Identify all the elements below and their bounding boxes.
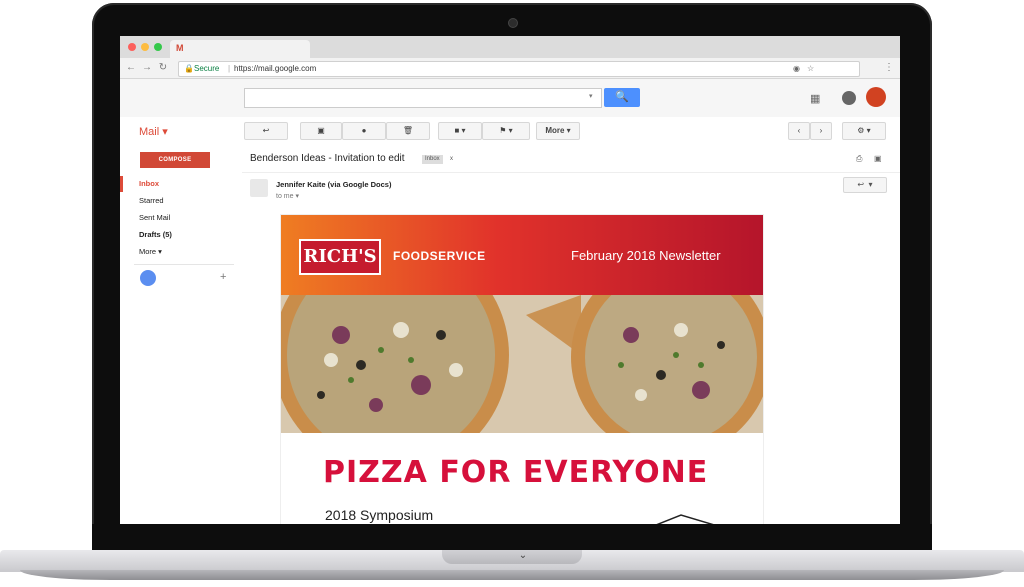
newsletter: RICH'S FOODSERVICE February 2018 Newslet…	[280, 214, 764, 524]
remove-label-icon[interactable]: x	[450, 155, 453, 164]
labels-button[interactable]: ⚑ ▾	[482, 122, 530, 140]
brand-label: FOODSERVICE	[393, 249, 486, 263]
settings-button[interactable]: ⚙ ▾	[842, 122, 886, 140]
more-button[interactable]: More ▾	[536, 122, 580, 140]
forward-arrow-icon[interactable]: →	[140, 61, 154, 75]
mail-switcher[interactable]: Mail ▾	[139, 125, 168, 138]
compose-button[interactable]: COMPOSE	[140, 152, 210, 168]
delete-button[interactable]: 🗑	[386, 122, 430, 140]
search-options-icon[interactable]: ▾	[589, 92, 593, 100]
account-avatar[interactable]	[866, 87, 886, 107]
header-divider	[242, 172, 900, 173]
eye-icon[interactable]: ◉	[793, 62, 800, 76]
browser-tab[interactable]: M	[170, 40, 310, 58]
sidebar-divider	[134, 264, 234, 265]
address-bar-row: ← → ↻ 🔒 Secure | https://mail.google.com…	[120, 58, 900, 79]
url-separator: |	[228, 64, 231, 73]
newer-button[interactable]: ‹	[788, 122, 810, 140]
sidebar-item-sent[interactable]: Sent Mail	[139, 213, 170, 222]
recipient-line[interactable]: to me ▾	[276, 192, 299, 200]
search-input[interactable]: ▾	[244, 88, 602, 108]
chevron-down-icon: ⌄	[518, 550, 528, 561]
laptop-bezel-bottom	[92, 524, 932, 552]
move-to-button[interactable]: ■ ▾	[438, 122, 482, 140]
gear-icon: ⚙	[857, 126, 865, 135]
star-icon[interactable]: ☆	[807, 62, 814, 76]
close-window-icon[interactable]	[128, 43, 136, 51]
gmail-header: ▾ 🔍 ▦	[120, 79, 900, 118]
print-icon[interactable]: ⎙	[856, 154, 862, 164]
report-spam-button[interactable]: ●	[342, 122, 386, 140]
minimize-window-icon[interactable]	[141, 43, 149, 51]
sidebar-item-inbox[interactable]: Inbox	[139, 179, 159, 188]
gmail-sidebar: COMPOSE Inbox Starred Sent Mail Drafts (…	[120, 146, 240, 524]
search-button[interactable]: 🔍	[604, 88, 640, 107]
add-contact-icon[interactable]: +	[220, 271, 226, 283]
back-to-inbox-button[interactable]: ↩	[244, 122, 288, 140]
url-text: https://mail.google.com	[234, 64, 317, 73]
newsletter-header: RICH'S FOODSERVICE February 2018 Newslet…	[281, 215, 763, 295]
inbox-active-indicator	[120, 176, 123, 192]
apps-grid-icon[interactable]: ▦	[810, 92, 824, 106]
screen: M ← → ↻ 🔒 Secure | https://mail.google.c…	[120, 36, 900, 524]
lock-icon: 🔒	[184, 64, 194, 73]
notifications-icon[interactable]	[842, 91, 856, 105]
reply-button[interactable]: ↩ ▾	[843, 177, 887, 193]
reload-icon[interactable]: ↻	[156, 61, 170, 75]
laptop-base-edge	[20, 570, 1004, 580]
pizza-photo	[281, 295, 763, 433]
camera-icon	[508, 18, 518, 28]
sender-avatar	[250, 179, 268, 197]
gmail-toolbar: Mail ▾ ↩ ▣ ● 🗑 ■ ▾ ⚑ ▾ More ▾ ‹ › ⚙ ▾	[120, 117, 900, 145]
sender-name[interactable]: Jennifer Kaite (via Google Docs)	[276, 180, 391, 189]
message-subject: Benderson Ideas - Invitation to edit	[250, 153, 405, 164]
newsletter-headline: PIZZA FOR EVERYONE	[323, 455, 709, 490]
older-button[interactable]: ›	[810, 122, 832, 140]
new-window-icon[interactable]: ▣	[874, 154, 882, 163]
archive-button[interactable]: ▣	[300, 122, 342, 140]
browser-tab-bar: M	[120, 36, 900, 58]
maximize-window-icon[interactable]	[154, 43, 162, 51]
sidebar-item-more[interactable]: More ▾	[139, 247, 162, 256]
secure-label: Secure	[194, 64, 220, 73]
search-icon: 🔍	[615, 91, 629, 103]
menu-dots-icon[interactable]: ⋮	[882, 61, 896, 75]
label-badge[interactable]: Inbox	[422, 155, 443, 164]
sidebar-item-starred[interactable]: Starred	[139, 196, 164, 205]
hangouts-avatar[interactable]	[140, 270, 156, 286]
issue-label: February 2018 Newsletter	[571, 248, 721, 263]
richs-logo: RICH'S	[299, 239, 381, 275]
decorative-line-graphic	[656, 514, 714, 524]
newsletter-subhead: 2018 Symposium	[325, 507, 434, 523]
url-field[interactable]: 🔒 Secure | https://mail.google.com ◉ ☆	[178, 61, 860, 77]
sidebar-item-drafts[interactable]: Drafts (5)	[139, 230, 172, 239]
back-arrow-icon[interactable]: ←	[124, 61, 138, 75]
gmail-icon: M	[176, 43, 184, 53]
